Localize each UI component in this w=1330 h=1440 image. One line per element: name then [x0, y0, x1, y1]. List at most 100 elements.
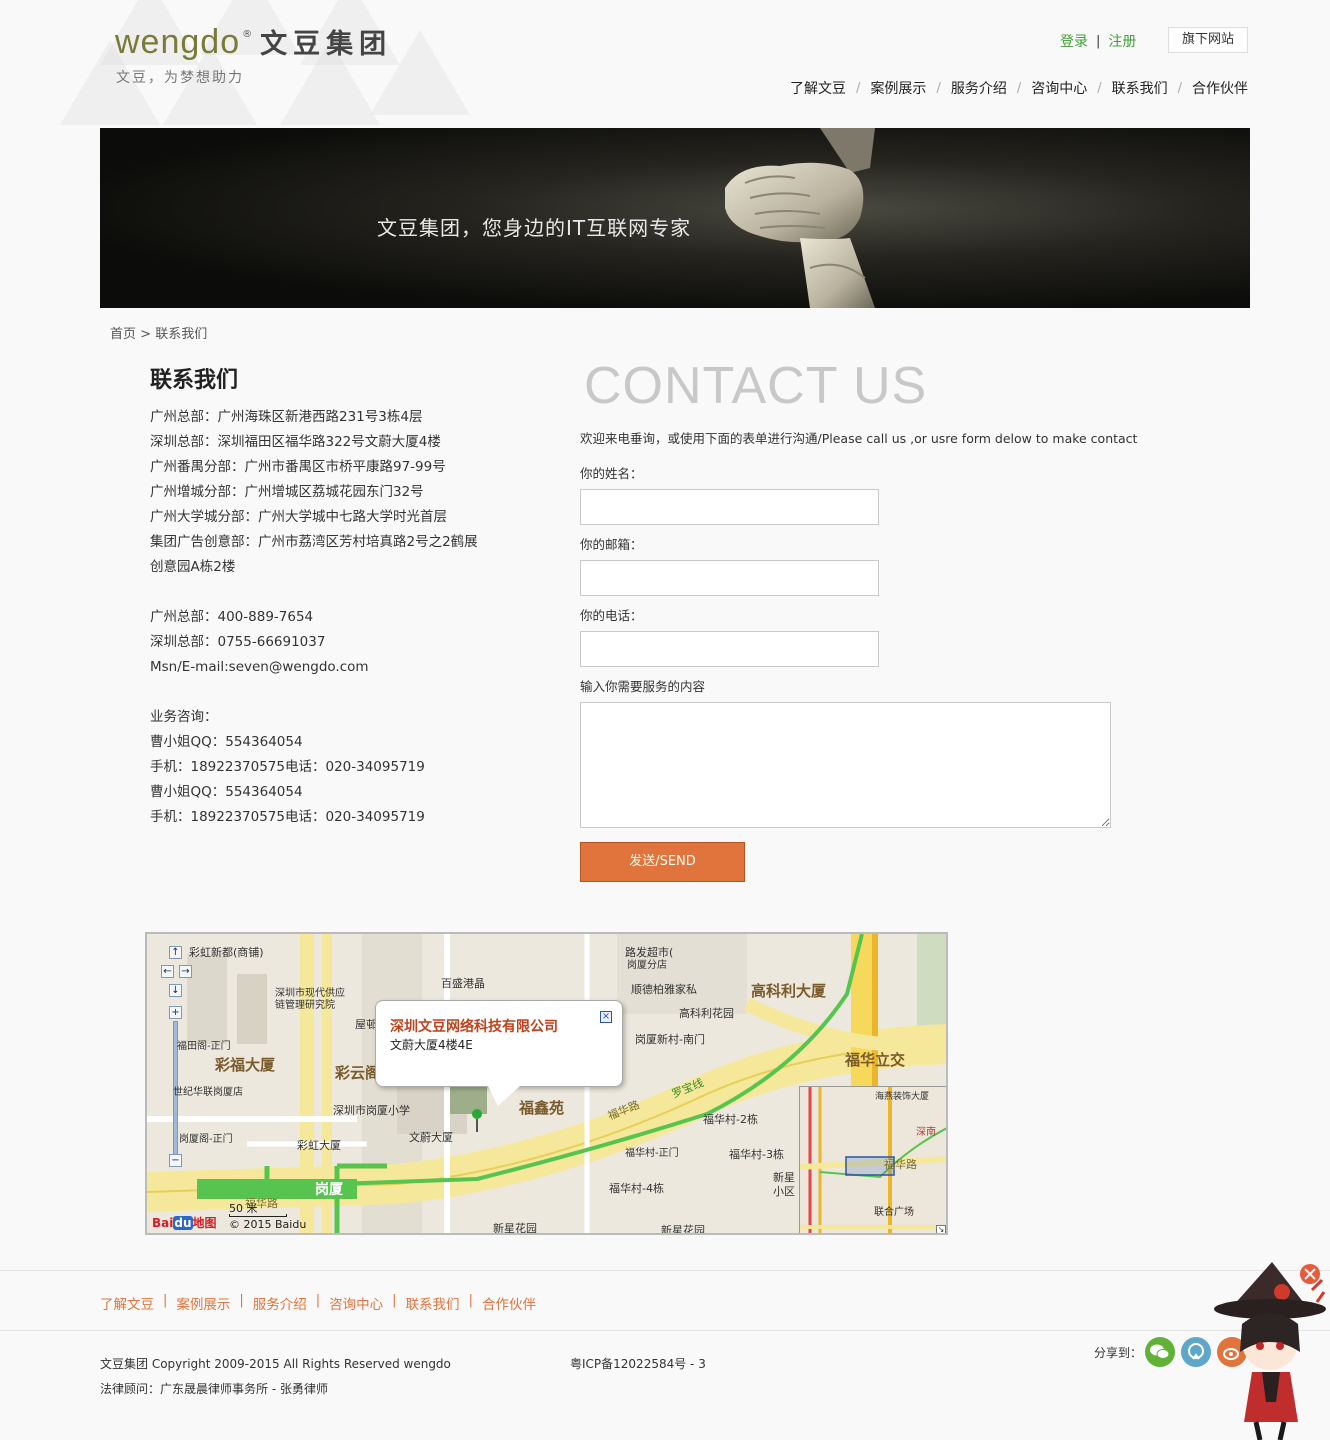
zoom-out-icon[interactable]: − [169, 1154, 182, 1167]
phone-line: 深圳总部：0755-66691037 [150, 634, 326, 650]
address-line: 创意园A栋2楼 [150, 559, 236, 575]
footer-separator: | [163, 1293, 168, 1308]
footer-link-contact[interactable]: 联系我们 [406, 1293, 460, 1313]
phone-field[interactable] [580, 631, 879, 667]
baidu-logo-suffix: 地图 [192, 1216, 217, 1230]
baidu-logo: Baidu地图 [152, 1214, 217, 1231]
address-line: 广州增城分部：广州增城区荔城花园东门32号 [150, 484, 424, 500]
business-heading: 业务咨询： [150, 709, 218, 725]
map-label: 链管理研究院 [275, 1000, 335, 1011]
business-line: 曹小姐QQ：554364054 [150, 784, 303, 800]
map-label-landmark: 彩云阁 [335, 1064, 381, 1082]
nav-item-cases[interactable]: 案例展示 [870, 78, 926, 98]
map-label-landmark: 高科利大厦 [751, 982, 827, 1000]
share-label: 分享到： [1094, 1346, 1143, 1360]
breadcrumb-home[interactable]: 首页 [110, 327, 136, 342]
breadcrumb: 首页 > 联系我们 [110, 323, 207, 342]
footer-separator: | [315, 1293, 321, 1308]
map-overview[interactable]: 海燕装饰大厦 深南 福华路 联合广场 ↘ [799, 1086, 946, 1233]
footer-link-partners[interactable]: 合作伙伴 [482, 1293, 536, 1313]
baidu-map[interactable]: ↑ ← → ↓ + − 彩虹新都(商铺) 路发超市( 岗厦分店 百盛港晶 深圳市… [145, 932, 948, 1235]
map-label: 顺德柏雅家私 [631, 983, 697, 996]
phone-label: 你的电话： [580, 608, 643, 623]
map-label: 百盛港晶 [441, 977, 485, 990]
business-line: 曹小姐QQ：554364054 [150, 734, 303, 750]
send-button[interactable]: 发送/SEND [580, 842, 745, 882]
pan-left-icon[interactable]: ← [161, 965, 174, 978]
handshake-image [725, 128, 875, 308]
logo[interactable]: wengdo ® 文豆集团 [115, 22, 392, 62]
pan-up-icon[interactable]: ↑ [169, 946, 182, 959]
map-label: 岗厦新村-南门 [635, 1033, 705, 1046]
footer-separator: | [239, 1293, 244, 1308]
map-label: 文蔚大厦 [409, 1131, 453, 1144]
business-line: 手机：18922370575电话：020-34095719 [150, 759, 425, 775]
register-link[interactable]: 注册 [1108, 31, 1136, 51]
nav-item-partners[interactable]: 合作伙伴 [1192, 78, 1248, 98]
email-line: Msn/E-mail:seven@wengdo.com [150, 659, 369, 675]
map-label: 福田阁-正门 [177, 1041, 231, 1052]
nav-item-contact[interactable]: 联系我们 [1112, 78, 1168, 98]
address-line: 广州番禺分部：广州市番禺区市桥平康路97-99号 [150, 459, 446, 475]
nav-item-consulting[interactable]: 咨询中心 [1031, 78, 1087, 98]
email-field[interactable] [580, 560, 879, 596]
footer-link-consulting[interactable]: 咨询中心 [329, 1293, 383, 1313]
pan-down-icon[interactable]: ↓ [169, 984, 182, 997]
banner-slogan: 文豆集团，您身边的IT互联网专家 [377, 216, 692, 240]
map-label: 联合广场 [874, 1207, 914, 1218]
map-label: 深圳市岗厦小学 [333, 1104, 410, 1117]
subsite-dropdown[interactable]: 旗下网站 [1168, 27, 1248, 53]
name-field[interactable] [580, 489, 879, 525]
qzone-icon[interactable] [1181, 1337, 1211, 1367]
map-label: 新星花园 [493, 1222, 537, 1235]
map-label-road: 福华路 [884, 1158, 917, 1171]
map-label-landmark: 福鑫苑 [519, 1099, 565, 1117]
footer-divider [0, 1330, 1330, 1331]
address-line: 集团广告创意部：广州市荔湾区芳村培真路2号之2鹤展 [150, 534, 478, 550]
phone-line: 广州总部：400-889-7654 [150, 609, 314, 625]
footer-link-services[interactable]: 服务介绍 [253, 1293, 307, 1313]
zoom-in-icon[interactable]: + [169, 1006, 182, 1019]
footer-separator: | [468, 1293, 473, 1308]
nav-separator: / [1177, 80, 1182, 96]
footer-nav: 了解文豆 | 案例展示 | 服务介绍 | 咨询中心 | 联系我们 | 合作伙伴 [100, 1293, 536, 1313]
icp-number[interactable]: 粤ICP备12022584号 - 3 [570, 1355, 706, 1372]
login-link[interactable]: 登录 [1060, 31, 1088, 51]
map-label: 高科利花园 [679, 1007, 734, 1020]
contact-us-heading: CONTACT US [584, 357, 928, 415]
map-copyright: © 2015 Baidu [229, 1218, 307, 1231]
legal-advisor: 法律顾问：广东晟晨律师事务所 - 张勇律师 [100, 1382, 328, 1396]
nav-separator: / [936, 80, 941, 96]
footer-link-cases[interactable]: 案例展示 [176, 1293, 230, 1313]
map-label: 岗厦阁-正门 [179, 1134, 233, 1145]
footer-separator: | [392, 1293, 397, 1308]
popup-address: 文蔚大厦4楼4E [390, 1038, 473, 1052]
name-label: 你的姓名： [580, 466, 643, 481]
pan-right-icon[interactable]: → [179, 965, 192, 978]
close-icon[interactable]: × [600, 1011, 612, 1023]
map-label-landmark: 福华立交 [845, 1051, 906, 1069]
map-scale-bar [229, 1214, 287, 1217]
map-label: 小区 [773, 1185, 795, 1198]
footer-link-about[interactable]: 了解文豆 [100, 1293, 154, 1313]
nav-item-services[interactable]: 服务介绍 [951, 78, 1007, 98]
breadcrumb-separator: > [140, 327, 152, 342]
map-label: 福华村-4栋 [609, 1182, 664, 1195]
header-pattern [40, 0, 500, 125]
content-label: 输入你需要服务的内容 [580, 679, 706, 694]
main-nav: 了解文豆 / 案例展示 / 服务介绍 / 咨询中心 / 联系我们 / 合作伙伴 [790, 78, 1248, 98]
hero-banner: 文豆集团，您身边的IT互联网专家 [100, 128, 1250, 308]
collapse-overview-icon[interactable]: ↘ [936, 1225, 946, 1233]
baidu-logo-bai: Bai [152, 1216, 174, 1230]
account-divider: | [1096, 33, 1101, 49]
map-label-metro-station: 岗厦 [315, 1182, 343, 1198]
map-label: 海燕装饰大厦 [875, 1092, 930, 1102]
wechat-icon[interactable] [1145, 1337, 1175, 1367]
address-line: 广州大学城分部：广州大学城中七路大学时光首层 [150, 509, 447, 525]
account-links: 登录 | 注册 [1060, 28, 1136, 54]
nav-item-about[interactable]: 了解文豆 [790, 78, 846, 98]
breadcrumb-current: 联系我们 [155, 327, 208, 342]
address-line: 深圳总部：深圳福田区福华路322号文蔚大厦4楼 [150, 434, 441, 450]
page-title: 联系我们 [150, 368, 239, 393]
content-textarea[interactable] [580, 702, 1111, 828]
